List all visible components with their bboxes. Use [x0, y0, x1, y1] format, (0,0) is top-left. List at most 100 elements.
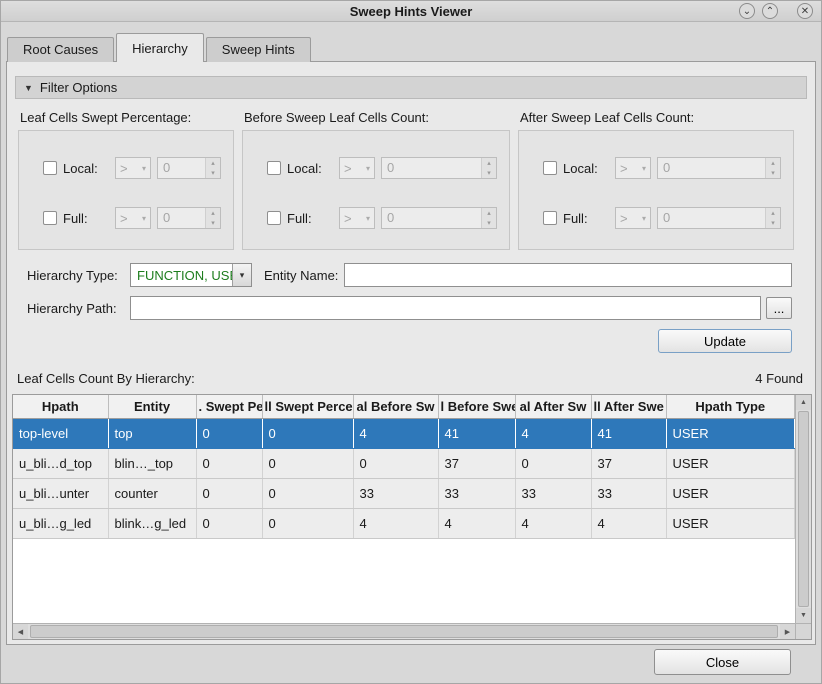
- column-header-local-before[interactable]: al Before Sw: [353, 395, 438, 418]
- tab-hierarchy[interactable]: Hierarchy: [116, 33, 204, 62]
- table-cell[interactable]: 4: [353, 418, 438, 448]
- table-cell[interactable]: 4: [515, 418, 591, 448]
- column-header-local-swept[interactable]: . Swept Pe: [196, 395, 262, 418]
- table-row[interactable]: top-level top 0 0 4 41 4 41 USER: [13, 418, 795, 448]
- spin-down-icon[interactable]: ▾: [206, 168, 220, 178]
- table-cell[interactable]: blin…_top: [108, 448, 196, 478]
- column-header-full-before[interactable]: l Before Swe: [438, 395, 515, 418]
- table-cell[interactable]: top: [108, 418, 196, 448]
- table-cell[interactable]: 4: [515, 508, 591, 538]
- table-cell[interactable]: USER: [666, 508, 795, 538]
- close-window-icon[interactable]: ✕: [797, 3, 813, 19]
- table-row[interactable]: u_bli…d_top blin…_top 0 0 0 37 0 37 USER: [13, 448, 795, 478]
- table-cell[interactable]: 0: [196, 478, 262, 508]
- table-cell[interactable]: USER: [666, 478, 795, 508]
- column-header-entity[interactable]: Entity: [108, 395, 196, 418]
- table-row[interactable]: u_bli…unter counter 0 0 33 33 33 33 USER: [13, 478, 795, 508]
- column-header-full-swept[interactable]: ll Swept Perce: [262, 395, 353, 418]
- spin-down-icon[interactable]: ▾: [766, 218, 780, 228]
- table-cell[interactable]: 0: [196, 418, 262, 448]
- operator-combo[interactable]: > ▾: [615, 157, 651, 179]
- table-cell[interactable]: 33: [591, 478, 666, 508]
- table-row[interactable]: u_bli…g_led blink…g_led 0 0 4 4 4 4 USER: [13, 508, 795, 538]
- value-spinbox[interactable]: 0 ▴▾: [381, 207, 497, 229]
- table-cell[interactable]: 41: [438, 418, 515, 448]
- spin-down-icon[interactable]: ▾: [482, 218, 496, 228]
- column-header-hpath-type[interactable]: Hpath Type: [666, 395, 795, 418]
- spin-up-icon[interactable]: ▴: [482, 158, 496, 168]
- table-cell[interactable]: 0: [515, 448, 591, 478]
- table-cell[interactable]: 0: [262, 478, 353, 508]
- scroll-down-icon[interactable]: ▼: [796, 608, 811, 623]
- value-spinbox[interactable]: 0 ▴▾: [157, 207, 221, 229]
- local-checkbox[interactable]: [543, 161, 557, 175]
- spin-up-icon[interactable]: ▴: [206, 208, 220, 218]
- scroll-right-icon[interactable]: ▶: [780, 624, 795, 639]
- tab-root-causes[interactable]: Root Causes: [7, 37, 114, 62]
- table-cell[interactable]: top-level: [13, 418, 108, 448]
- table-cell[interactable]: 0: [353, 448, 438, 478]
- operator-combo[interactable]: > ▾: [115, 207, 151, 229]
- dropdown-arrow-icon[interactable]: ▾: [232, 264, 251, 286]
- hierarchy-path-input[interactable]: [130, 296, 761, 320]
- table-cell[interactable]: blink…g_led: [108, 508, 196, 538]
- vertical-scroll-thumb[interactable]: [798, 411, 809, 607]
- table-cell[interactable]: 0: [196, 448, 262, 478]
- table-cell[interactable]: counter: [108, 478, 196, 508]
- column-header-local-after[interactable]: al After Sw: [515, 395, 591, 418]
- table-cell[interactable]: 0: [262, 418, 353, 448]
- value-spinbox[interactable]: 0 ▴▾: [657, 157, 781, 179]
- table-cell[interactable]: USER: [666, 448, 795, 478]
- operator-combo[interactable]: > ▾: [339, 207, 375, 229]
- table-cell[interactable]: u_bli…d_top: [13, 448, 108, 478]
- filter-options-expander[interactable]: ▼ Filter Options: [15, 76, 807, 99]
- table-cell[interactable]: 41: [591, 418, 666, 448]
- hierarchy-type-combo[interactable]: FUNCTION, USER ▾: [130, 263, 252, 287]
- full-checkbox[interactable]: [43, 211, 57, 225]
- local-checkbox[interactable]: [267, 161, 281, 175]
- value-spinbox[interactable]: 0 ▴▾: [381, 157, 497, 179]
- table-cell[interactable]: 33: [515, 478, 591, 508]
- table-cell[interactable]: 4: [591, 508, 666, 538]
- table-cell[interactable]: 37: [438, 448, 515, 478]
- table-cell[interactable]: 4: [353, 508, 438, 538]
- horizontal-scrollbar[interactable]: ◀ ▶: [13, 623, 795, 639]
- table-cell[interactable]: 33: [353, 478, 438, 508]
- spin-up-icon[interactable]: ▴: [482, 208, 496, 218]
- spin-up-icon[interactable]: ▴: [766, 208, 780, 218]
- column-header-hpath[interactable]: Hpath: [13, 395, 108, 418]
- table-cell[interactable]: 0: [262, 448, 353, 478]
- spin-down-icon[interactable]: ▾: [482, 168, 496, 178]
- tab-sweep-hints[interactable]: Sweep Hints: [206, 37, 311, 62]
- column-header-full-after[interactable]: ll After Swe: [591, 395, 666, 418]
- table-cell[interactable]: u_bli…g_led: [13, 508, 108, 538]
- spin-up-icon[interactable]: ▴: [766, 158, 780, 168]
- table-cell[interactable]: 33: [438, 478, 515, 508]
- table-cell[interactable]: 0: [196, 508, 262, 538]
- operator-combo[interactable]: > ▾: [115, 157, 151, 179]
- value-spinbox[interactable]: 0 ▴▾: [157, 157, 221, 179]
- table-cell[interactable]: 0: [262, 508, 353, 538]
- close-button[interactable]: Close: [654, 649, 791, 675]
- full-checkbox[interactable]: [543, 211, 557, 225]
- operator-combo[interactable]: > ▾: [615, 207, 651, 229]
- shade-window-icon[interactable]: ⌄: [739, 3, 755, 19]
- entity-name-input[interactable]: [344, 263, 792, 287]
- full-checkbox[interactable]: [267, 211, 281, 225]
- vertical-scrollbar[interactable]: ▲ ▼: [795, 395, 811, 623]
- spin-down-icon[interactable]: ▾: [766, 168, 780, 178]
- scroll-up-icon[interactable]: ▲: [796, 395, 811, 410]
- scroll-left-icon[interactable]: ◀: [13, 624, 28, 639]
- table-cell[interactable]: USER: [666, 418, 795, 448]
- spin-up-icon[interactable]: ▴: [206, 158, 220, 168]
- operator-combo[interactable]: > ▾: [339, 157, 375, 179]
- unshade-window-icon[interactable]: ⌃: [762, 3, 778, 19]
- table-cell[interactable]: 37: [591, 448, 666, 478]
- update-button[interactable]: Update: [658, 329, 792, 353]
- browse-button[interactable]: ...: [766, 297, 792, 319]
- horizontal-scroll-thumb[interactable]: [30, 625, 778, 638]
- value-spinbox[interactable]: 0 ▴▾: [657, 207, 781, 229]
- spin-down-icon[interactable]: ▾: [206, 218, 220, 228]
- table-cell[interactable]: u_bli…unter: [13, 478, 108, 508]
- table-cell[interactable]: 4: [438, 508, 515, 538]
